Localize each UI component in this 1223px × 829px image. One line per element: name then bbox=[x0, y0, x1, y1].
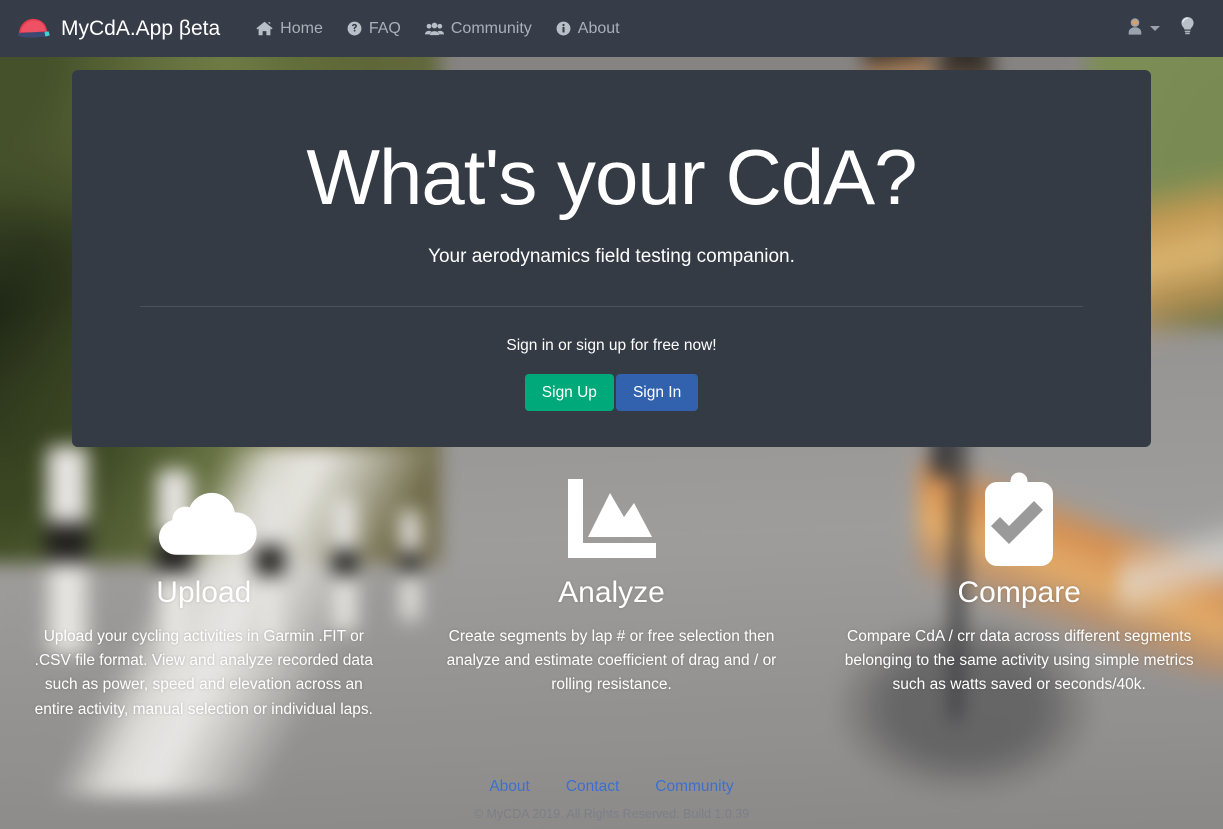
footer-link-contact[interactable]: Contact bbox=[566, 778, 619, 796]
nav-item-community[interactable]: Community bbox=[413, 20, 544, 38]
cloud-upload-icon bbox=[18, 470, 390, 570]
hero-panel: What's your CdA? Your aerodynamics field… bbox=[72, 70, 1151, 447]
nav-item-faq-label: FAQ bbox=[368, 19, 401, 37]
nav-item-about[interactable]: About bbox=[544, 20, 632, 38]
clipboard-check-icon bbox=[833, 470, 1205, 570]
feature-analyze: Analyze Create segments by lap # or free… bbox=[408, 470, 816, 722]
hero-divider bbox=[140, 306, 1083, 307]
hero-cta-text: Sign in or sign up for free now! bbox=[506, 337, 717, 354]
nav-item-about-label: About bbox=[577, 19, 620, 37]
feature-compare-text: Compare CdA / crr data across different … bbox=[844, 628, 1194, 694]
nav-item-faq[interactable]: FAQ bbox=[335, 20, 413, 38]
copyright-text: © MyCDA 2019. All Rights Reserved. Build… bbox=[473, 807, 750, 821]
navbar-right-controls bbox=[1121, 16, 1205, 41]
question-circle-icon bbox=[347, 21, 362, 36]
brand-link[interactable]: MyCdA.App βeta bbox=[16, 17, 220, 41]
feature-upload-text: Upload your cycling activities in Garmin… bbox=[34, 628, 373, 718]
footer-link-community[interactable]: Community bbox=[655, 778, 733, 796]
user-menu-button[interactable] bbox=[1121, 17, 1166, 40]
user-icon bbox=[1127, 17, 1143, 40]
info-circle-icon bbox=[556, 21, 571, 36]
feature-compare: Compare Compare CdA / crr data across di… bbox=[815, 470, 1223, 722]
cycling-cap-logo-icon bbox=[16, 17, 52, 41]
navbar-links: Home FAQ Community About bbox=[244, 20, 631, 38]
feature-analyze-text: Create segments by lap # or free selecti… bbox=[446, 628, 777, 694]
nav-item-home-label: Home bbox=[280, 19, 323, 37]
users-icon bbox=[424, 22, 444, 36]
hero-auth-buttons: Sign Up Sign In bbox=[116, 374, 1107, 412]
chevron-down-icon bbox=[1150, 26, 1160, 31]
page-title: What's your CdA? bbox=[306, 133, 917, 221]
feature-upload: Upload Upload your cycling activities in… bbox=[0, 470, 408, 722]
sign-up-button[interactable]: Sign Up bbox=[524, 374, 614, 412]
feature-columns: Upload Upload your cycling activities in… bbox=[0, 470, 1223, 722]
footer-link-about[interactable]: About bbox=[489, 778, 530, 796]
page-root: MyCdA.App βeta Home FAQ Community About … bbox=[0, 0, 1223, 829]
nav-item-home[interactable]: Home bbox=[244, 20, 335, 38]
brand-label: MyCdA.App βeta bbox=[61, 16, 221, 40]
area-chart-icon bbox=[426, 470, 798, 570]
top-navbar: MyCdA.App βeta Home FAQ Community About bbox=[0, 0, 1223, 57]
lightbulb-button[interactable] bbox=[1170, 16, 1205, 41]
footer-links: About Contact Community bbox=[0, 778, 1223, 796]
sign-in-button[interactable]: Sign In bbox=[615, 374, 699, 412]
feature-compare-title: Compare bbox=[957, 576, 1081, 609]
hero-subtitle: Your aerodynamics field testing companio… bbox=[428, 246, 795, 267]
nav-item-community-label: Community bbox=[450, 19, 532, 37]
lightbulb-icon bbox=[1180, 16, 1195, 41]
home-icon bbox=[256, 21, 273, 36]
feature-upload-title: Upload bbox=[156, 576, 252, 609]
page-footer: About Contact Community © MyCDA 2019. Al… bbox=[0, 778, 1223, 829]
feature-analyze-title: Analyze bbox=[558, 576, 665, 609]
